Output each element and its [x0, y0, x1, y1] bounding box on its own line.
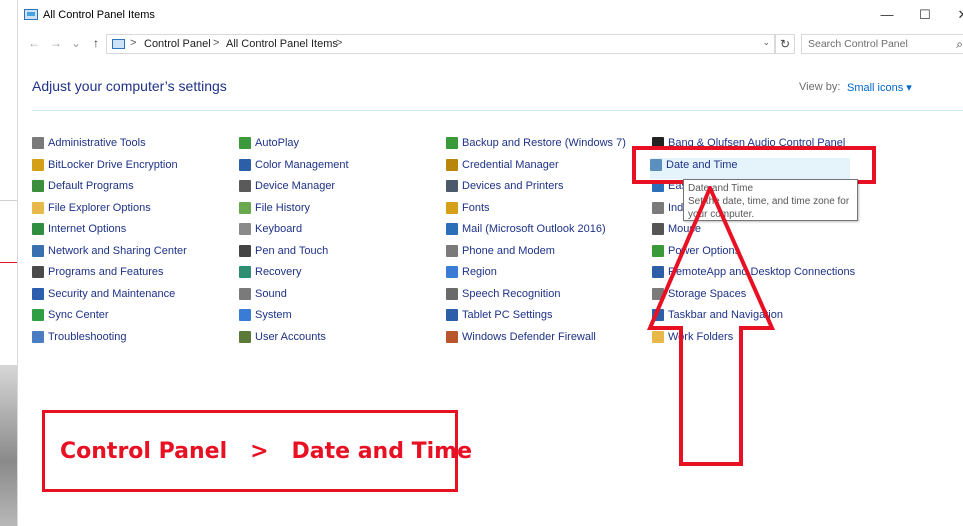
breadcrumb-separator: >	[213, 37, 220, 49]
search-icon[interactable]: ⌕	[956, 37, 963, 52]
title-bar[interactable]: All Control Panel Items — ☐ ✕	[18, 0, 963, 30]
credential-icon	[446, 158, 458, 171]
printer-icon	[446, 180, 458, 192]
search-input[interactable]: Search Control Panel ⌕	[801, 34, 963, 54]
maximize-button[interactable]: ☐	[914, 6, 936, 24]
breadcrumb-separator: >	[130, 37, 137, 49]
control-panel-item-label: Sync Center	[48, 309, 109, 321]
control-panel-item-label: System	[255, 309, 292, 321]
control-panel-item-label: User Accounts	[255, 330, 326, 343]
breadcrumb-separator: >	[336, 37, 343, 49]
control-panel-item-label: File Explorer Options	[48, 201, 151, 214]
control-panel-item-label: Security and Maintenance	[48, 287, 176, 300]
control-panel-item-label: Devices and Printers	[462, 180, 564, 192]
control-panel-item-label: Internet Options	[48, 223, 127, 235]
address-bar[interactable]: > Control Panel > All Control Panel Item…	[106, 34, 775, 54]
control-panel-item-label: Credential Manager	[462, 158, 559, 171]
back-arrow-icon[interactable]: ←	[26, 35, 42, 51]
view-by-dropdown[interactable]: Small icons ▾	[847, 81, 912, 94]
autoplay-icon	[239, 137, 251, 149]
control-panel-item-label: Recovery	[255, 266, 302, 278]
search-placeholder: Search Control Panel	[808, 38, 908, 50]
device-manager-icon	[239, 180, 251, 192]
annotation-arrow-icon	[646, 186, 776, 466]
view-by-label: View by:	[799, 81, 841, 93]
user-accounts-icon	[239, 330, 251, 343]
tablet-icon	[446, 309, 458, 321]
control-panel-item-label: File History	[255, 201, 311, 214]
control-panel-item-label: Default Programs	[48, 180, 134, 192]
fonts-icon	[446, 201, 458, 214]
phone-icon	[446, 244, 458, 257]
bitlocker-icon	[32, 158, 44, 171]
annotation-label: Control Panel > Date and Time	[60, 439, 473, 464]
region-icon	[446, 266, 458, 278]
recent-locations-icon[interactable]: ⌄	[68, 35, 84, 51]
control-panel-item-label: Administrative Tools	[48, 137, 146, 149]
keyboard-icon	[239, 223, 251, 235]
control-panel-icon	[24, 9, 38, 20]
troubleshooting-icon	[32, 330, 44, 343]
chevron-down-icon[interactable]: ⌄	[762, 37, 770, 48]
control-panel-item-label: Network and Sharing Center	[48, 244, 187, 257]
close-button[interactable]: ✕	[952, 6, 963, 24]
control-panel-item-label: Backup and Restore (Windows 7)	[462, 137, 626, 149]
control-panel-item-label: Fonts	[462, 201, 490, 214]
up-arrow-icon[interactable]: ↑	[88, 35, 104, 51]
control-panel-item-label: Speech Recognition	[462, 287, 561, 300]
folder-options-icon	[32, 201, 44, 214]
breadcrumb-control-panel[interactable]: Control Panel	[144, 38, 211, 50]
desktop-background	[0, 365, 17, 526]
control-panel-item-label: Pen and Touch	[255, 244, 329, 257]
refresh-icon[interactable]: ↻	[775, 34, 795, 54]
control-panel-item-label: BitLocker Drive Encryption	[48, 158, 178, 171]
control-panel-item-label: Region	[462, 266, 497, 278]
control-panel-item-label: Sound	[255, 287, 287, 300]
recovery-icon	[239, 266, 251, 278]
programs-icon	[32, 266, 44, 278]
window-title: All Control Panel Items	[43, 9, 155, 21]
mail-icon	[446, 223, 458, 235]
control-panel-item-label: Tablet PC Settings	[462, 309, 553, 321]
flag-icon	[32, 287, 44, 300]
system-icon	[239, 309, 251, 321]
internet-options-icon	[32, 223, 44, 235]
breadcrumb-all-items[interactable]: All Control Panel Items	[226, 38, 338, 50]
desktop-divider	[0, 200, 17, 201]
control-panel-item-label: Troubleshooting	[48, 330, 127, 343]
navigation-bar: ← → ⌄ ↑ > Control Panel > All Control Pa…	[18, 32, 963, 56]
network-icon	[32, 244, 44, 257]
control-panel-item-label: Phone and Modem	[462, 244, 555, 257]
firewall-icon	[446, 330, 458, 343]
minimize-button[interactable]: —	[876, 6, 898, 24]
control-panel-item-label: AutoPlay	[255, 137, 300, 149]
file-history-icon	[239, 201, 251, 214]
control-panel-item-label: Windows Defender Firewall	[462, 330, 596, 343]
sound-icon	[239, 287, 251, 300]
admin-tools-icon	[32, 137, 44, 149]
color-management-icon	[239, 158, 251, 171]
control-panel-item-label: Mail (Microsoft Outlook 2016)	[462, 223, 606, 235]
sync-icon	[32, 309, 44, 321]
backup-icon	[446, 137, 458, 149]
control-panel-item-label: Programs and Features	[48, 266, 164, 278]
forward-arrow-icon[interactable]: →	[48, 35, 64, 51]
page-title: Adjust your computer’s settings	[32, 78, 227, 94]
control-panel-item-label: Device Manager	[255, 180, 336, 192]
control-panel-icon	[112, 39, 125, 49]
desktop-divider	[0, 262, 17, 263]
microphone-icon	[446, 287, 458, 300]
pen-icon	[239, 244, 251, 257]
default-programs-icon	[32, 180, 44, 192]
control-panel-item-label: Color Management	[255, 158, 349, 171]
control-panel-item-label: Keyboard	[255, 223, 303, 235]
header-divider	[32, 110, 963, 111]
